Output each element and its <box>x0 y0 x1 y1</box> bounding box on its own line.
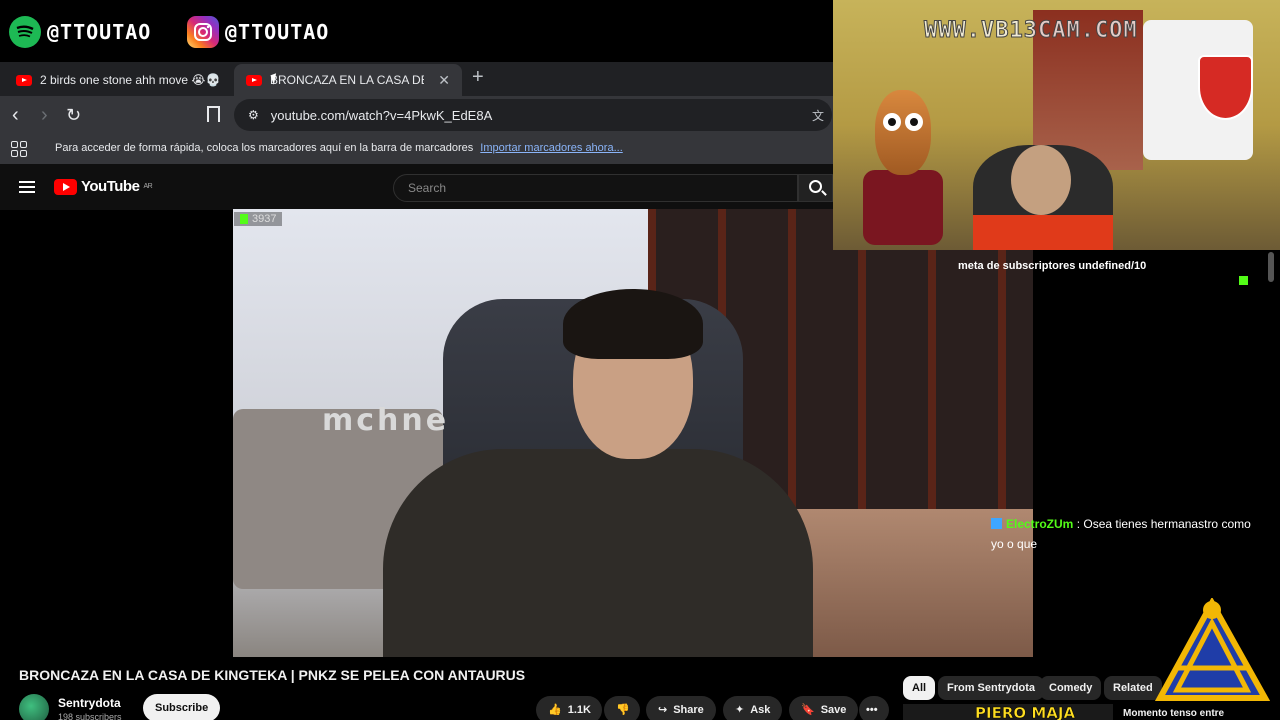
like-count: 1.1K <box>567 704 591 716</box>
kick-logo-icon <box>1239 276 1248 285</box>
youtube-header: YouTube AR Search <box>0 164 833 210</box>
social-bar: @TTOUTAO @TTOUTAO <box>0 0 833 62</box>
thumbs-up-icon: 👍 <box>548 704 562 716</box>
youtube-region: AR <box>143 183 153 190</box>
channel-subscriber-count: 198 subscribers <box>58 712 122 720</box>
bookmarks-message-text: Para acceder de forma rápida, coloca los… <box>55 142 474 154</box>
save-label: Save <box>820 704 847 716</box>
address-bar[interactable]: ⚙ youtube.com/watch?v=4PkwK_EdE8A 文 <box>234 99 832 131</box>
instagram-handle: @TTOUTAO <box>187 16 329 48</box>
youtube-favicon-icon <box>246 74 262 86</box>
video-title: BRONCAZA EN LA CASA DE KINGTEKA | PNKZ S… <box>19 667 526 683</box>
chip-all[interactable]: All <box>903 676 936 700</box>
mascot-character <box>863 85 943 245</box>
spotify-icon <box>9 16 41 48</box>
search-icon <box>809 180 822 193</box>
chip-related[interactable]: Related <box>1104 676 1162 700</box>
translate-icon[interactable]: 文 <box>812 107 824 124</box>
bookmark-star-icon[interactable] <box>207 106 220 122</box>
channel-name[interactable]: Sentrydota <box>58 696 121 710</box>
spotify-handle-text: @TTOUTAO <box>47 20 152 44</box>
video-person <box>383 289 813 657</box>
more-actions-button[interactable]: ••• <box>859 696 889 720</box>
back-button[interactable]: ‹ <box>12 104 19 127</box>
new-tab-button[interactable]: + <box>472 66 484 89</box>
youtube-logo[interactable]: YouTube AR <box>54 178 153 195</box>
browser-toolbar: ‹ › ↻ ⚙ youtube.com/watch?v=4PkwK_EdE8A … <box>0 96 833 134</box>
emblem-logo-icon <box>1154 596 1271 708</box>
instagram-icon <box>187 16 219 48</box>
reload-button[interactable]: ↻ <box>66 105 81 126</box>
club-shield-icon <box>1198 55 1253 120</box>
tab-active[interactable]: BRONCAZA EN LA CASA DE KINGTEKA ✕ <box>234 64 462 96</box>
bookmarks-bar: Para acceder de forma rápida, coloca los… <box>0 134 833 164</box>
sparkle-icon: ✦ <box>735 704 745 716</box>
save-icon: 🔖 <box>801 704 815 716</box>
like-button[interactable]: 👍 1.1K <box>536 696 602 720</box>
search-button[interactable] <box>798 174 833 202</box>
ask-label: Ask <box>750 704 771 716</box>
close-tab-icon[interactable]: ✕ <box>438 72 450 89</box>
chip-from-channel[interactable]: From Sentrydota <box>938 676 1045 700</box>
instagram-handle-text: @TTOUTAO <box>225 20 330 44</box>
youtube-favicon-icon <box>16 74 32 86</box>
viewer-count-badge: 3937 <box>234 212 283 226</box>
forward-button[interactable]: › <box>41 104 48 127</box>
chat-message: ElectroZUm : Osea tienes hermanastro com… <box>991 514 1251 554</box>
subscribe-button[interactable]: Subscribe <box>143 694 221 720</box>
thumbnail-text: PIERO MAJA <box>975 704 1076 720</box>
apps-grid-icon[interactable] <box>11 141 27 157</box>
spotify-handle: @TTOUTAO <box>9 16 151 48</box>
more-icon: ••• <box>866 704 878 716</box>
url-text: youtube.com/watch?v=4PkwK_EdE8A <box>270 107 493 123</box>
browser-tabbar: 2 birds one stone ahh move 😭💀🥀 BRONCAZA … <box>0 62 833 96</box>
search-input[interactable]: Search <box>393 174 798 202</box>
channel-avatar[interactable] <box>19 694 49 720</box>
chip-comedy[interactable]: Comedy <box>1040 676 1102 700</box>
webcam-streamer <box>973 145 1113 250</box>
subscriber-goal: meta de subscriptores undefined/10 <box>958 260 1147 272</box>
tab-title: 2 birds one stone ahh move 😭💀🥀 <box>40 73 220 87</box>
dislike-button[interactable]: 👎 <box>604 696 640 720</box>
youtube-play-icon <box>54 178 77 195</box>
related-video-title[interactable]: Momento tenso entre <box>1123 708 1224 719</box>
shirt-text: mchne <box>322 403 450 438</box>
site-info-icon[interactable]: ⚙ <box>248 108 259 122</box>
youtube-logo-text: YouTube <box>81 178 140 195</box>
viewer-count: 3937 <box>252 213 277 225</box>
bookmarks-message: Para acceder de forma rápida, coloca los… <box>55 142 623 154</box>
import-bookmarks-link[interactable]: Importar marcadores ahora... <box>480 142 622 154</box>
chat-scrollbar[interactable] <box>1268 252 1274 282</box>
chat-username: ElectroZUm <box>1006 517 1074 531</box>
chat-badge-icon <box>991 518 1002 529</box>
share-label: Share <box>673 704 704 716</box>
share-icon: ↪ <box>658 704 668 716</box>
ask-button[interactable]: ✦ Ask <box>723 696 783 720</box>
save-button[interactable]: 🔖 Save <box>789 696 859 720</box>
menu-icon[interactable] <box>19 181 35 193</box>
thumbs-down-icon: 👎 <box>616 704 630 716</box>
kick-icon <box>240 214 248 224</box>
watermark-text: WWW.VB13CAM.COM <box>924 18 1138 44</box>
tab-inactive[interactable]: 2 birds one stone ahh move 😭💀🥀 <box>4 64 232 96</box>
share-button[interactable]: ↪ Share <box>646 696 716 720</box>
tab-title: BRONCAZA EN LA CASA DE KINGTEKA <box>270 73 424 87</box>
